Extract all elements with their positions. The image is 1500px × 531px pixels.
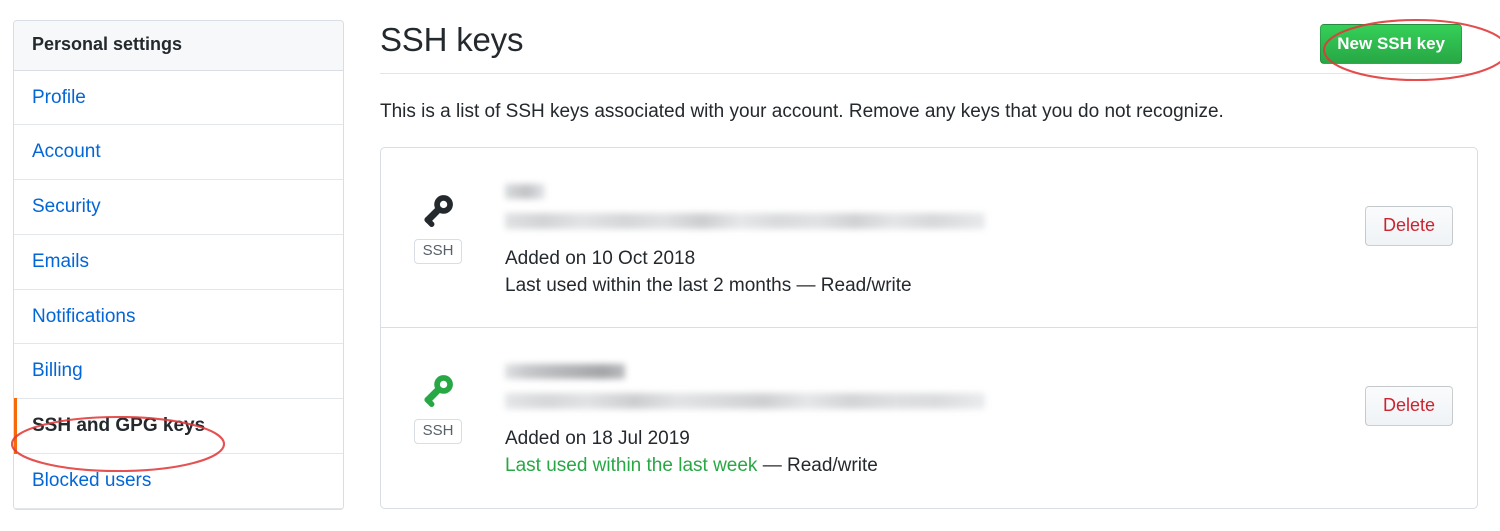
sidebar-item-blocked-users[interactable]: Blocked users <box>14 453 343 509</box>
sidebar-item-label: Notifications <box>32 305 136 327</box>
settings-page: Personal settings Profile Account Securi… <box>0 0 1500 531</box>
key-fingerprint-redacted <box>505 392 985 409</box>
sidebar-item-ssh-and-gpg-keys[interactable]: SSH and GPG keys <box>14 398 343 454</box>
sidebar-item-label: Emails <box>32 250 90 272</box>
sidebar-header: Personal settings <box>14 21 343 71</box>
key-added-date: Added on 10 Oct 2018 <box>505 247 696 269</box>
page-title: SSH keys <box>380 21 524 58</box>
key-icon-column: SSH <box>401 350 475 444</box>
key-title-redacted <box>505 183 545 199</box>
ssh-badge: SSH <box>413 238 463 264</box>
sidebar-item-label: Account <box>32 141 101 163</box>
sidebar-item-label: SSH and GPG keys <box>32 415 206 437</box>
sidebar-item-label: Blocked users <box>32 469 152 491</box>
ssh-key-row: SSH Added on 18 Jul 2019 Last used withi… <box>381 328 1477 508</box>
delete-key-button[interactable]: Delete <box>1364 205 1453 247</box>
sidebar-item-billing[interactable]: Billing <box>14 344 343 400</box>
sidebar-item-emails[interactable]: Emails <box>14 234 343 290</box>
sidebar-item-profile[interactable]: Profile <box>14 70 343 126</box>
personal-settings-sidebar: Personal settings Profile Account Securi… <box>13 20 344 510</box>
key-permission: — Read/write <box>791 275 912 297</box>
key-added-date: Added on 18 Jul 2019 <box>505 427 690 449</box>
new-ssh-key-button[interactable]: New SSH key <box>1320 24 1462 64</box>
sidebar-item-label: Billing <box>32 360 83 382</box>
key-icon-column: SSH <box>401 170 475 264</box>
key-permission: — Read/write <box>757 455 878 477</box>
sidebar-item-security[interactable]: Security <box>14 180 343 235</box>
page-header: SSH keys New SSH key <box>380 21 1480 74</box>
sidebar-item-label: Profile <box>32 86 86 108</box>
key-last-used: Last used within the last 2 months <box>505 275 792 297</box>
sidebar-item-account[interactable]: Account <box>14 125 343 181</box>
ssh-key-row: SSH Added on 10 Oct 2018 Last used withi… <box>381 148 1477 328</box>
key-icon <box>424 194 453 227</box>
ssh-keys-main: SSH keys New SSH key This is a list of S… <box>380 0 1480 509</box>
key-fingerprint-redacted <box>505 212 985 229</box>
ssh-badge: SSH <box>413 418 463 444</box>
key-details: Added on 10 Oct 2018 Last used within th… <box>475 170 1365 300</box>
page-description: This is a list of SSH keys associated wi… <box>380 101 1224 122</box>
key-actions: Delete <box>1364 170 1457 247</box>
key-title-redacted <box>505 363 625 379</box>
key-icon <box>424 374 453 407</box>
key-details: Added on 18 Jul 2019 Last used within th… <box>475 350 1365 480</box>
key-last-used: Last used within the last week <box>505 455 758 477</box>
key-last-used-line: Last used within the last 2 months — Rea… <box>505 272 1365 300</box>
key-actions: Delete <box>1364 350 1457 427</box>
sidebar-item-notifications[interactable]: Notifications <box>14 289 343 345</box>
ssh-keys-list: SSH Added on 10 Oct 2018 Last used withi… <box>380 146 1478 509</box>
key-last-used-line: Last used within the last week — Read/wr… <box>505 452 1365 480</box>
delete-key-button[interactable]: Delete <box>1364 385 1453 427</box>
sidebar-item-label: Security <box>32 196 101 218</box>
